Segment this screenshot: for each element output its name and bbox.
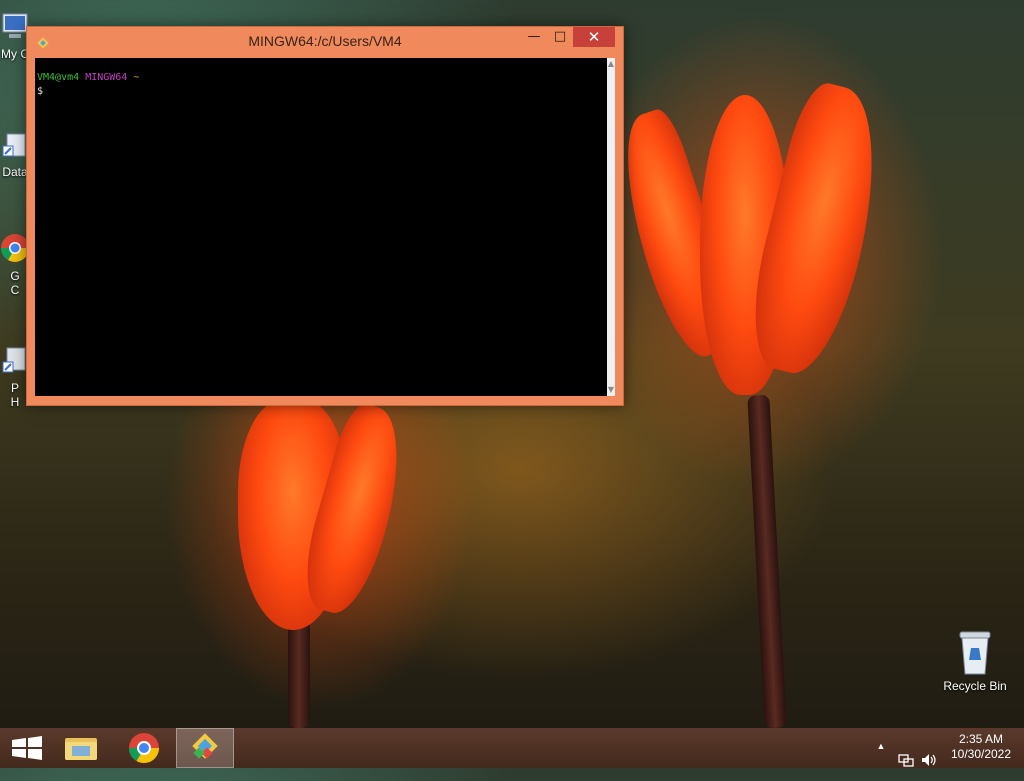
- prompt-line: VM4@vm4 MINGW64 ~: [37, 72, 139, 83]
- recycle-bin-icon: [959, 631, 991, 675]
- windows-logo-icon: [12, 736, 42, 760]
- maximize-button[interactable]: □: [547, 27, 573, 47]
- show-hidden-icons-button[interactable]: ▲: [874, 741, 888, 781]
- clock-time: 2:35 AM: [958, 732, 1004, 746]
- prompt-path: ~: [133, 72, 140, 83]
- prompt-env: MINGW64: [85, 72, 128, 83]
- terminal-area[interactable]: VM4@vm4 MINGW64 ~ $: [35, 58, 607, 396]
- window-titlebar[interactable]: MINGW64:/c/Users/VM4 — □ ✕: [27, 27, 623, 57]
- desktop-icon-recycle-bin[interactable]: Recycle Bin: [938, 630, 1012, 693]
- taskbar-file-explorer[interactable]: [54, 728, 110, 768]
- terminal-window[interactable]: MINGW64:/c/Users/VM4 — □ ✕ VM4@vm4 MINGW…: [26, 26, 624, 406]
- start-button[interactable]: [0, 728, 56, 768]
- clock-date: 10/30/2022: [950, 747, 1012, 761]
- scroll-down-arrow-icon[interactable]: ▼: [607, 384, 615, 396]
- minimize-button[interactable]: —: [521, 27, 547, 47]
- taskbar-git-bash[interactable]: [176, 728, 234, 768]
- taskbar-chrome[interactable]: [116, 728, 172, 768]
- tulip-stem-right: [747, 394, 787, 729]
- network-icon[interactable]: [898, 740, 914, 780]
- git-icon: [192, 733, 218, 759]
- prompt-user-host: VM4@vm4: [37, 72, 80, 83]
- tulip-stem-left: [288, 620, 310, 728]
- folder-icon: [65, 738, 97, 760]
- close-button[interactable]: ✕: [573, 27, 615, 47]
- recycle-bin-label: Recycle Bin: [943, 679, 1007, 693]
- scroll-up-arrow-icon[interactable]: ▲: [607, 58, 615, 70]
- scrollbar[interactable]: ▲ ▼: [607, 58, 615, 396]
- volume-icon[interactable]: [920, 740, 938, 780]
- prompt-symbol: $: [37, 86, 44, 97]
- chrome-icon: [129, 733, 159, 764]
- taskbar: ▲ 2:35 AM 10/30/2022: [0, 728, 1024, 768]
- taskbar-clock[interactable]: 2:35 AM 10/30/2022: [944, 732, 1018, 762]
